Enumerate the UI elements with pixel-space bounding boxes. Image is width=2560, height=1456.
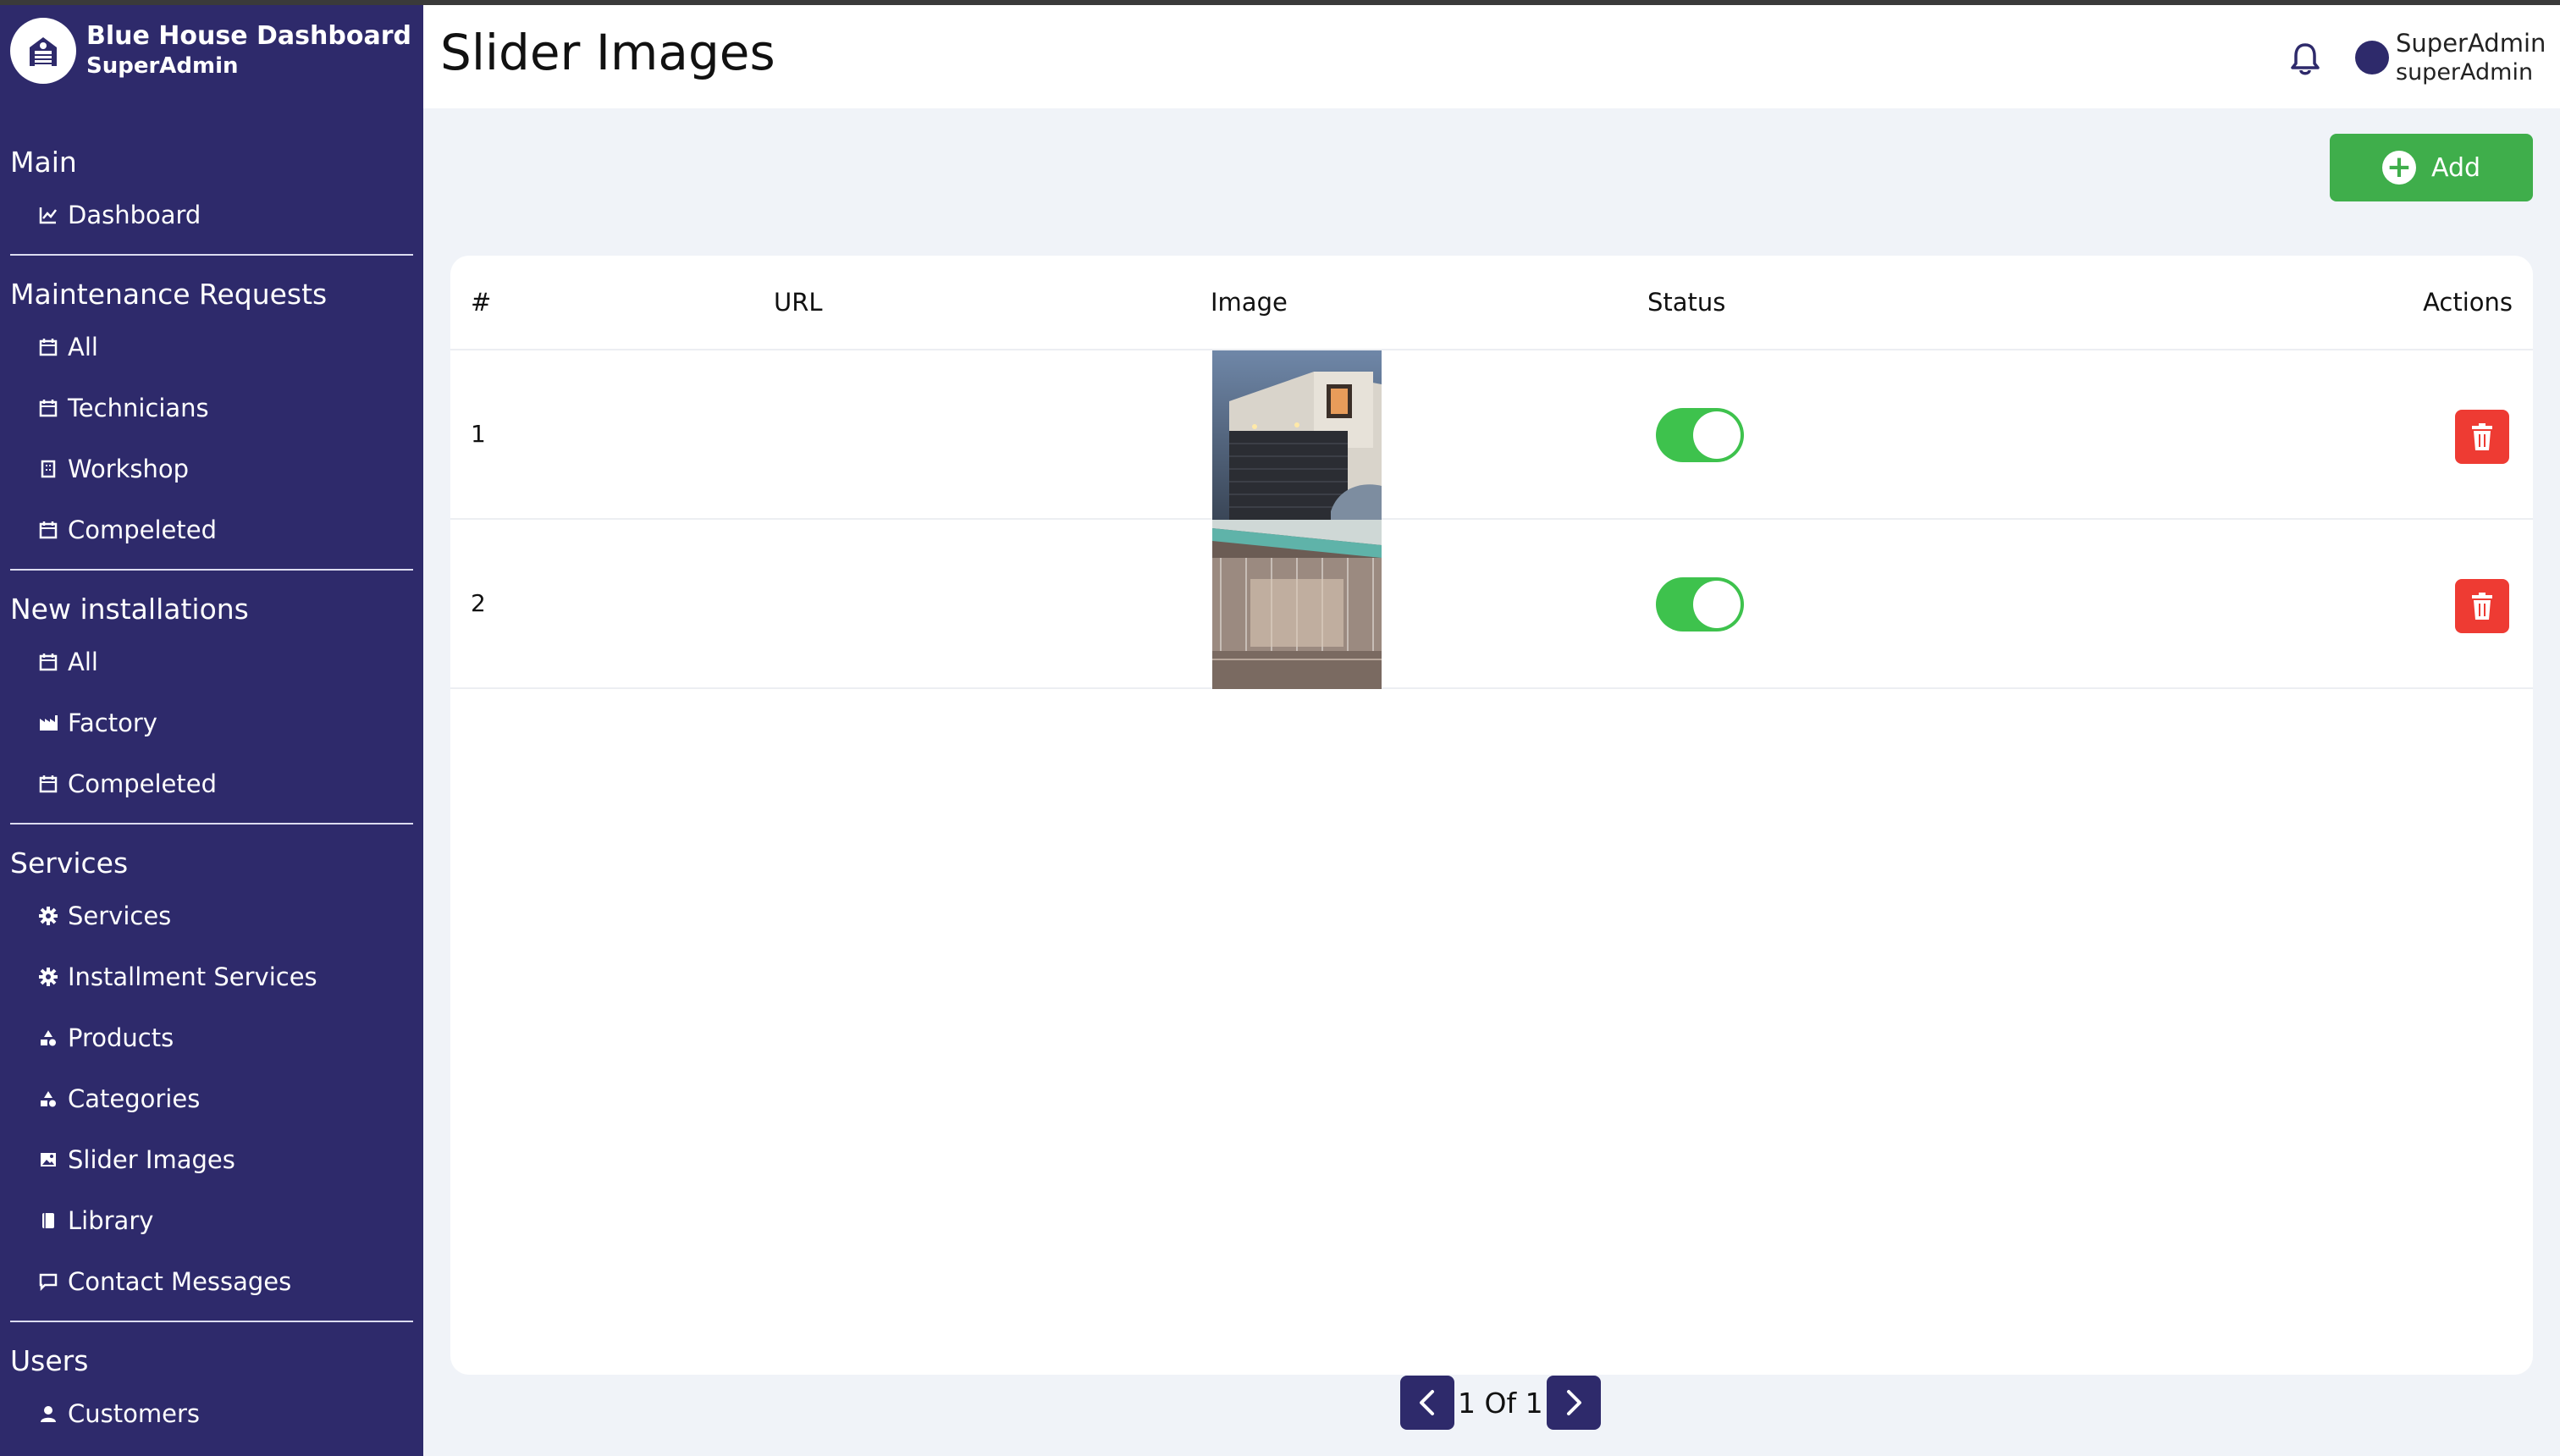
toggle-knob: [1693, 411, 1741, 459]
column-header-index: #: [471, 288, 492, 317]
table-header: # URL Image Status Actions: [450, 256, 2533, 350]
delete-button[interactable]: [2455, 410, 2509, 464]
brand-subtitle: SuperAdmin: [86, 53, 239, 79]
row-index: 1: [471, 420, 486, 448]
sidebar-item-label: Contact Messages: [68, 1267, 292, 1296]
sidebar-item-maintenance-all[interactable]: All: [0, 317, 423, 378]
divider: [10, 569, 413, 571]
page-indicator: 1 Of 1: [1458, 1386, 1543, 1420]
sidebar-item-label: Compeleted: [68, 769, 218, 798]
sidebar-item-label: Installment Services: [68, 962, 317, 991]
sidebar-item-label: Dashboard: [68, 201, 201, 229]
user-name[interactable]: SuperAdmin: [2396, 29, 2546, 58]
sidebar-item-label: Services: [68, 902, 172, 930]
row-index: 2: [471, 589, 486, 617]
section-title-new-installations: New installations: [10, 593, 249, 626]
divider: [10, 254, 413, 256]
slider-image-thumbnail[interactable]: [1212, 350, 1382, 520]
sidebar-item-label: Technicians: [68, 394, 209, 422]
add-button[interactable]: + Add: [2330, 134, 2533, 201]
sidebar-item-label: All: [68, 648, 98, 676]
slider-image-thumbnail[interactable]: [1212, 520, 1382, 689]
previous-page-button[interactable]: [1400, 1376, 1454, 1430]
sidebar: Blue House Dashboard SuperAdmin Main Das…: [0, 5, 423, 1456]
toggle-knob: [1693, 581, 1741, 628]
sidebar-item-label: Products: [68, 1023, 174, 1052]
factory-icon: [37, 712, 59, 734]
pagination: 1 Of 1: [1400, 1375, 1601, 1431]
divider: [10, 823, 413, 825]
column-header-actions: Actions: [2423, 288, 2513, 317]
calendar-icon: [37, 651, 59, 673]
sidebar-item-technicians[interactable]: Technicians: [0, 378, 423, 438]
sidebar-item-services[interactable]: Services: [0, 885, 423, 946]
sidebar-item-products[interactable]: Products: [0, 1007, 423, 1068]
shapes-icon: [37, 1027, 59, 1049]
sidebar-item-factory[interactable]: Factory: [0, 692, 423, 753]
sidebar-item-slider-images[interactable]: Slider Images: [0, 1129, 423, 1190]
section-title-maintenance: Maintenance Requests: [10, 278, 328, 311]
calendar-icon: [37, 519, 59, 541]
brand[interactable]: Blue House Dashboard SuperAdmin: [10, 17, 411, 85]
sidebar-nav: Main Dashboard Maintenance Requests All …: [0, 141, 423, 1444]
brand-title: Blue House Dashboard: [86, 21, 411, 51]
section-title-main: Main: [10, 146, 77, 179]
plus-circle-icon: +: [2381, 151, 2416, 185]
chart-icon: [37, 204, 59, 226]
delete-button[interactable]: [2455, 579, 2509, 633]
sidebar-item-label: All: [68, 333, 98, 361]
page-title: Slider Images: [440, 24, 775, 81]
sidebar-item-installations-completed[interactable]: Compeleted: [0, 753, 423, 814]
chevron-right-icon: [1561, 1388, 1586, 1417]
status-toggle[interactable]: [1656, 577, 1744, 631]
calendar-icon: [37, 336, 59, 358]
next-page-button[interactable]: [1546, 1376, 1601, 1430]
sidebar-item-contact-messages[interactable]: Contact Messages: [0, 1251, 423, 1312]
book-icon: [37, 1210, 59, 1232]
avatar[interactable]: [2355, 41, 2389, 74]
sidebar-item-label: Customers: [68, 1399, 200, 1428]
column-header-status: Status: [1647, 288, 1726, 317]
sidebar-item-installment-services[interactable]: Installment Services: [0, 946, 423, 1007]
bell-icon[interactable]: [2286, 39, 2325, 78]
sidebar-item-library[interactable]: Library: [0, 1190, 423, 1251]
top-header: Slider Images SuperAdmin superAdmin: [423, 5, 2560, 108]
sidebar-item-label: Compeleted: [68, 516, 218, 544]
user-icon: [37, 1403, 59, 1425]
status-toggle[interactable]: [1656, 408, 1744, 462]
sidebar-item-customers[interactable]: Customers: [0, 1383, 423, 1444]
column-header-image: Image: [1211, 288, 1288, 317]
calendar-icon: [37, 773, 59, 795]
column-header-url: URL: [774, 288, 823, 317]
brand-logo: [10, 18, 76, 84]
sidebar-item-label: Slider Images: [68, 1145, 235, 1174]
section-title-services: Services: [10, 847, 129, 880]
table-row: 1: [450, 350, 2533, 520]
gear-icon: [37, 966, 59, 988]
divider: [10, 1321, 413, 1322]
building-icon: [37, 458, 59, 480]
calendar-icon: [37, 397, 59, 419]
sidebar-item-categories[interactable]: Categories: [0, 1068, 423, 1129]
sidebar-item-installations-all[interactable]: All: [0, 631, 423, 692]
message-icon: [37, 1271, 59, 1293]
sidebar-item-workshop[interactable]: Workshop: [0, 438, 423, 499]
user-role: superAdmin: [2396, 59, 2534, 85]
trash-icon: [2469, 422, 2495, 451]
sidebar-item-maintenance-completed[interactable]: Compeleted: [0, 499, 423, 560]
slider-images-table: # URL Image Status Actions 1 2: [450, 256, 2533, 1375]
add-button-label: Add: [2430, 152, 2481, 183]
trash-icon: [2469, 592, 2495, 620]
section-title-users: Users: [10, 1344, 89, 1377]
image-icon: [37, 1149, 59, 1171]
sidebar-item-label: Workshop: [68, 455, 190, 483]
sidebar-item-label: Categories: [68, 1084, 201, 1113]
table-row: 2: [450, 520, 2533, 689]
shapes-icon: [37, 1088, 59, 1110]
sidebar-item-dashboard[interactable]: Dashboard: [0, 185, 423, 245]
chevron-left-icon: [1415, 1388, 1440, 1417]
sidebar-item-label: Factory: [68, 709, 157, 737]
sidebar-item-label: Library: [68, 1206, 154, 1235]
gear-icon: [37, 905, 59, 927]
